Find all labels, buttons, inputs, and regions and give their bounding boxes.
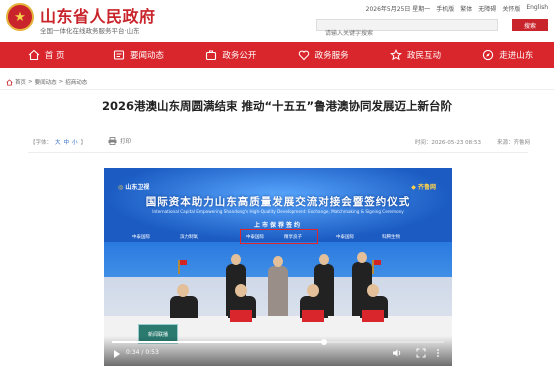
person-figure <box>268 266 288 316</box>
highlight-box <box>240 229 318 244</box>
search-input[interactable] <box>317 28 497 39</box>
site-header: ★ 山东省人民政府 全国一体化在线政务服务平台·山东 2026年5月25日 星期… <box>0 0 554 42</box>
article-title: 2026港澳山东周圆满结束 推动“十五五”鲁港澳协同发展迈上新台阶 <box>101 99 453 113</box>
site-title[interactable]: 山东省人民政府 <box>40 3 156 27</box>
nav-label: 要闻动态 <box>129 51 164 61</box>
mobile-link[interactable]: 手机版 <box>436 4 454 13</box>
breadcrumb-separator: > <box>28 79 33 85</box>
nav-item-news[interactable]: 要闻动态 <box>92 42 184 68</box>
nav-label: 政务公开 <box>222 51 257 61</box>
printer-icon <box>108 137 117 145</box>
breadcrumb-home-icon <box>6 78 13 86</box>
breadcrumb-news[interactable]: 要闻动态 <box>35 78 57 86</box>
nav-item-service[interactable]: 政务服务 <box>277 42 369 68</box>
publish-info: 时间：2026-05-23 08:53 来源：齐鲁网 <box>415 138 530 146</box>
video-player[interactable]: ◎ 山东卫视 ◆ 齐鲁网 国际资本助力山东高质量发展交流对接会暨签约仪式 Int… <box>104 168 452 366</box>
publish-time: 时间：2026-05-23 08:53 <box>414 140 481 146</box>
video-sign-title: 上市保荐签约 <box>253 222 302 229</box>
accessibility-link[interactable]: 无障碍 <box>478 4 496 13</box>
traditional-link[interactable]: 繁体 <box>460 4 472 13</box>
font-size-large[interactable]: 大 <box>55 138 61 146</box>
print-label: 打印 <box>120 139 132 145</box>
person-head <box>367 284 379 297</box>
nav-item-public[interactable]: 政务公开 <box>185 42 277 68</box>
nav-item-home[interactable]: 首 页 <box>0 42 92 68</box>
main-nav: 首 页 要闻动态 政务公开 政务服务 政民互动 走进山东 <box>0 42 554 68</box>
nav-label: 走进山东 <box>499 51 534 61</box>
partner-logo: ◆ 齐鲁网 <box>411 184 436 191</box>
site-subtitle: 全国一体化在线政务服务平台·山东 <box>40 27 140 35</box>
home-icon <box>28 49 40 61</box>
breadcrumb: 首页 > 要闻动态 > 招商动态 <box>6 78 87 86</box>
person-head <box>307 284 319 297</box>
fullscreen-icon[interactable] <box>416 348 426 358</box>
utility-links: 2026年5月25日 星期一 手机版 繁体 无障碍 关怀版 English <box>366 4 548 13</box>
care-mode-link[interactable]: 关怀版 <box>502 4 520 13</box>
flag-icon <box>178 260 187 274</box>
flag-icon <box>372 260 381 274</box>
person-head <box>177 284 189 297</box>
breadcrumb-investment[interactable]: 招商动态 <box>65 78 87 86</box>
video-party-label: 中泰国际 <box>132 235 150 240</box>
person-head <box>231 254 241 265</box>
more-options-icon[interactable] <box>436 348 440 358</box>
signing-document <box>302 310 324 322</box>
news-icon <box>113 49 125 61</box>
signing-document <box>230 310 252 322</box>
breadcrumb-home[interactable]: 首页 <box>15 78 26 86</box>
duration: 0:53 <box>145 349 159 356</box>
video-progress-fill <box>112 341 325 343</box>
font-size-label: 【字体： <box>30 140 53 146</box>
font-size-control: 【字体： 大 中 小 】 <box>30 138 86 146</box>
compass-icon <box>482 49 494 61</box>
nav-label: 政务服务 <box>314 51 349 61</box>
video-stage-subtitle: International Capital Empowering Shandon… <box>152 209 404 214</box>
video-timecode: 0:34 / 0:53 <box>126 349 159 356</box>
briefcase-icon <box>205 49 217 61</box>
font-size-medium[interactable]: 中 <box>64 138 70 146</box>
signing-document <box>362 310 384 322</box>
nav-label: 政民互动 <box>406 51 441 61</box>
person-head <box>319 254 329 265</box>
video-progress-bar[interactable] <box>112 339 444 345</box>
divider <box>28 152 528 153</box>
nav-item-shandong[interactable]: 走进山东 <box>462 42 554 68</box>
video-party-label: 中泰国际 <box>336 235 354 240</box>
divider <box>0 89 554 90</box>
breadcrumb-separator: > <box>58 79 64 85</box>
print-button[interactable]: 打印 <box>108 137 131 145</box>
video-party-label: 科腾生物 <box>382 235 400 240</box>
nav-label: 首 页 <box>44 51 65 61</box>
nav-item-interaction[interactable]: 政民互动 <box>369 42 461 68</box>
person-head <box>235 284 247 297</box>
video-party-label: 滨力制氧 <box>180 235 198 240</box>
person-figure <box>170 296 198 318</box>
play-icon[interactable] <box>114 350 120 358</box>
video-progress-handle[interactable] <box>321 339 328 345</box>
video-stage-title: 国际资本助力山东高质量发展交流对接会暨签约仪式 <box>145 196 411 208</box>
publish-source: 来源：齐鲁网 <box>496 140 530 146</box>
font-size-small[interactable]: 小 <box>72 138 78 146</box>
person-head <box>273 256 283 267</box>
english-link[interactable]: English <box>526 4 548 13</box>
date-text: 2026年5月25日 星期一 <box>365 6 431 13</box>
search-box <box>316 19 498 39</box>
font-size-close: 】 <box>80 140 87 146</box>
person-head <box>357 252 367 263</box>
volume-icon[interactable] <box>392 348 402 358</box>
star-icon <box>389 49 402 61</box>
channel-logo: ◎ 山东卫视 <box>118 184 150 191</box>
video-controls: 0:34 / 0:53 <box>104 336 452 366</box>
heart-icon <box>298 49 310 61</box>
national-emblem-icon: ★ <box>6 3 34 31</box>
current-time: 0:34 <box>126 349 140 356</box>
search-button[interactable]: 搜索 <box>512 19 548 31</box>
